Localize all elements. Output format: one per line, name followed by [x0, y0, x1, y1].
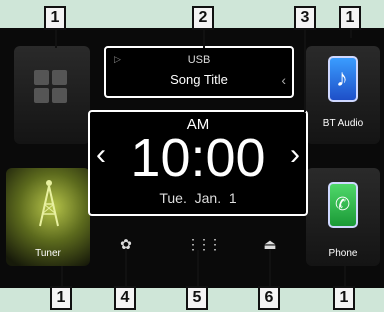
phone-tile[interactable]: ✆ Phone: [306, 168, 380, 266]
callout-line: [344, 266, 346, 286]
tuner-label: Tuner: [35, 248, 61, 259]
phone-icon: ✆: [328, 182, 358, 228]
clock-date: Tue. Jan. 1: [159, 190, 237, 206]
callout-3: 3: [294, 6, 316, 30]
shortcut-tile-top-left[interactable]: [14, 46, 90, 144]
callout-6: 6: [258, 286, 280, 310]
radio-tower-icon: [39, 180, 59, 227]
callout-line: [55, 28, 57, 48]
callout-4: 4: [114, 286, 136, 310]
callout-5: 5: [186, 286, 208, 310]
callout-1: 1: [333, 286, 355, 310]
callout-line: [61, 266, 63, 286]
clock-widget[interactable]: AM ‹ 10:00 › Tue. Jan. 1: [88, 110, 308, 216]
grid-icon: [34, 70, 68, 104]
grid-menu-icon[interactable]: ⋮⋮⋮: [186, 236, 222, 253]
callout-1: 1: [44, 6, 66, 30]
callout-line: [197, 250, 199, 286]
callout-1: 1: [339, 6, 361, 30]
callout-1: 1: [50, 286, 72, 310]
head-unit-screen: ♪ BT Audio Tuner ✆ Phone ▷ USB Song Titl…: [0, 28, 384, 288]
bt-audio-tile[interactable]: ♪ BT Audio: [306, 46, 380, 144]
tuner-tile[interactable]: Tuner: [6, 168, 90, 266]
source-info-panel[interactable]: ▷ USB Song Title ‹: [104, 46, 294, 98]
clock-time: 10:00: [130, 128, 266, 188]
source-name: USB: [187, 54, 211, 66]
chevron-left-icon[interactable]: ‹: [281, 72, 286, 88]
song-title: Song Title: [170, 72, 228, 87]
music-note-icon: ♪: [328, 56, 358, 102]
callout-line: [304, 28, 306, 112]
bt-audio-label: BT Audio: [322, 118, 364, 129]
callout-line: [125, 250, 127, 286]
callout-line: [203, 28, 205, 48]
callout-line: [269, 250, 271, 286]
callout-2: 2: [192, 6, 214, 30]
next-widget-arrow[interactable]: ›: [290, 140, 300, 170]
phone-label: Phone: [328, 248, 358, 259]
